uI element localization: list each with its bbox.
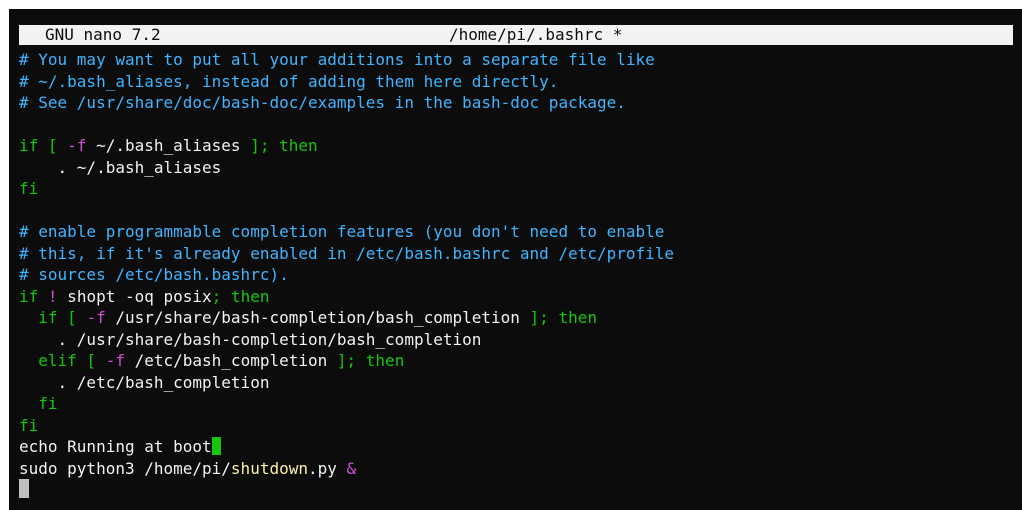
code-line[interactable]: # ~/.bash_aliases, instead of adding the… [19,71,1019,93]
code-token-operator: -f [105,351,125,370]
code-token-text: .py [307,458,347,478]
code-token-keyword: ]; then [250,136,318,155]
code-line[interactable] [19,114,1019,136]
code-line[interactable] [19,479,1019,501]
code-token-text: /etc/bash_completion [124,351,337,370]
code-token-keyword: if [19,286,48,306]
code-token-comment: # enable programmable completion feature… [19,222,665,241]
code-line[interactable]: # enable programmable completion feature… [19,221,1019,243]
code-token-text: sudo python3 /home/pi/ [19,458,231,478]
code-token-operator: ! [47,286,58,306]
code-token-keyword: elif [ [19,351,106,370]
code-line[interactable]: # See /usr/share/doc/bash-doc/examples i… [19,92,1019,114]
code-token-operator: -f [86,308,106,327]
code-token-keyword: fi [19,179,39,198]
code-line[interactable]: elif [ -f /etc/bash_completion ]; then [19,350,1019,372]
terminal-window[interactable]: GNU nano 7.2 /home/pi/.bashrc * # You ma… [9,9,1022,510]
code-line[interactable]: echo Running at boot [19,436,1019,458]
code-token-text: echo Running at boot [19,437,212,456]
code-line[interactable]: if [ -f /usr/share/bash-completion/bash_… [19,307,1019,329]
editor-buffer[interactable]: # You may want to put all your additions… [19,49,1019,501]
code-token-keyword: if [ [19,308,87,327]
code-line[interactable]: # sources /etc/bash.bashrc). [19,264,1019,286]
code-token-keyword: ]; then [529,308,597,327]
code-line[interactable] [19,200,1019,222]
code-token-yellow: shutdown [230,458,308,478]
code-token-keyword: ]; then [336,351,405,370]
code-token-comment: # this, if it's already enabled in /etc/… [19,243,675,263]
code-line[interactable]: # You may want to put all your additions… [19,49,1019,71]
code-line[interactable]: if [ -f ~/.bash_aliases ]; then [19,135,1019,157]
code-token-keyword: ; then [211,286,270,306]
code-token-text: . /usr/share/bash-completion/bash_comple… [19,329,482,349]
code-token-comment: # See /usr/share/doc/bash-doc/examples i… [19,93,626,112]
code-token-comment: # ~/.bash_aliases, instead of adding the… [19,71,559,91]
file-path: /home/pi/.bashrc * [449,25,623,44]
code-line[interactable]: . /usr/share/bash-completion/bash_comple… [19,329,1019,351]
code-line[interactable]: sudo python3 /home/pi/shutdown.py & [19,458,1019,480]
text-cursor [19,479,29,498]
code-line[interactable]: . ~/.bash_aliases [19,157,1019,179]
code-line[interactable]: fi [19,393,1019,415]
code-token-keyword: fi [19,415,39,435]
code-token-keyword: if [ [19,136,68,155]
code-line[interactable]: # this, if it's already enabled in /etc/… [19,243,1019,265]
code-line[interactable]: if ! shopt -oq posix; then [19,286,1019,308]
code-token-text: ~/.bash_aliases [86,136,251,155]
nano-title-bar: GNU nano 7.2 /home/pi/.bashrc * [19,25,1013,45]
code-token-text: . ~/.bash_aliases [19,157,222,177]
code-token-comment: # sources /etc/bash.bashrc). [19,265,289,284]
code-line[interactable]: . /etc/bash_completion [19,372,1019,394]
code-token-text: shopt -oq posix [57,286,212,306]
code-token-comment: # You may want to put all your additions… [19,50,655,69]
code-token-text: . /etc/bash_completion [19,372,270,392]
code-line[interactable]: fi [19,415,1019,437]
code-token-text: /usr/share/bash-completion/bash_completi… [105,308,530,327]
code-token-keyword: fi [19,394,58,413]
code-token-operator: -f [67,136,87,155]
code-line[interactable]: fi [19,178,1019,200]
code-token-operator: & [346,458,357,478]
app-name: GNU nano 7.2 [45,25,161,44]
highlight-cursor [211,437,221,455]
